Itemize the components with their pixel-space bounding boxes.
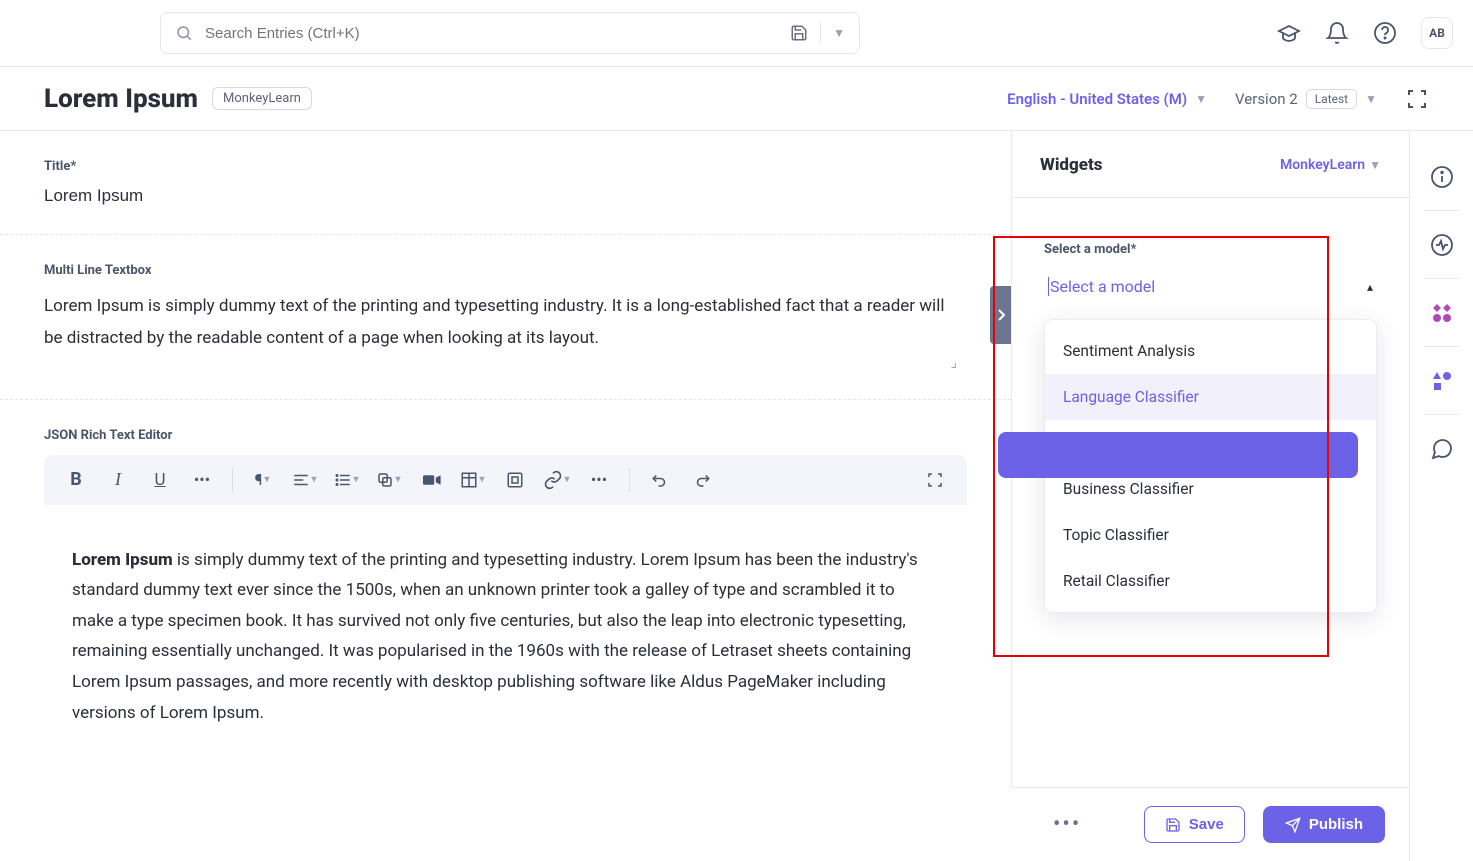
undo-button[interactable] <box>642 465 678 495</box>
multiline-field-block: Multi Line Textbox Lorem Ipsum is simply… <box>0 235 1011 400</box>
embed-button[interactable] <box>497 465 533 495</box>
italic-button[interactable]: I <box>100 465 136 495</box>
content-type-tag: MonkeyLearn <box>212 87 312 110</box>
publish-button[interactable]: Publish <box>1263 806 1385 843</box>
model-option[interactable]: Topic Classifier <box>1045 512 1376 558</box>
widget-selector-label: MonkeyLearn <box>1280 157 1365 173</box>
rte-toolbar: B I U ••• ¶▼ ▼ ▼ ▼ ▼ <box>44 455 967 505</box>
page-title: Lorem Ipsum <box>44 84 198 114</box>
resize-handle-icon[interactable]: ⌟ <box>44 355 967 371</box>
search-input[interactable] <box>205 25 778 42</box>
right-rail <box>1409 131 1473 861</box>
multiline-label: Multi Line Textbox <box>44 263 967 278</box>
locale-selector[interactable]: English - United States (M) ▼ <box>1007 90 1207 108</box>
title-label: Title* <box>44 159 967 174</box>
collapse-sidebar-tab[interactable] <box>990 286 1011 344</box>
video-button[interactable] <box>413 465 449 495</box>
titlebar: Lorem Ipsum MonkeyLearn English - United… <box>0 67 1473 131</box>
widgets-tab-icon[interactable] <box>1420 285 1464 340</box>
save-button[interactable]: Save <box>1144 806 1245 843</box>
publish-label: Publish <box>1309 816 1363 833</box>
copy-button[interactable]: ▼ <box>371 465 407 495</box>
widget-selector[interactable]: MonkeyLearn ▼ <box>1280 157 1381 173</box>
panel-footer: ••• Save Publish <box>1011 787 1409 861</box>
link-button[interactable]: ▼ <box>539 465 575 495</box>
notifications-icon[interactable] <box>1325 21 1349 45</box>
search-dropdown-icon[interactable]: ▼ <box>833 26 845 40</box>
topbar: ▼ AB <box>0 0 1473 67</box>
search-bar[interactable]: ▼ <box>160 12 860 54</box>
chevron-down-icon: ▼ <box>1369 158 1381 172</box>
model-placeholder: Select a model <box>1048 277 1155 296</box>
more-actions-icon[interactable]: ••• <box>1053 812 1081 837</box>
widgets-title: Widgets <box>1040 155 1102 175</box>
fullscreen-icon[interactable] <box>1405 87 1429 111</box>
model-option[interactable]: Retail Classifier <box>1045 558 1376 604</box>
list-button[interactable]: ▼ <box>329 465 365 495</box>
rte-content[interactable]: Lorem Ipsum is simply dummy text of the … <box>44 505 967 757</box>
multiline-input[interactable]: Lorem Ipsum is simply dummy text of the … <box>44 290 967 355</box>
help-icon[interactable] <box>1373 21 1397 45</box>
analyze-button-bg[interactable] <box>998 432 1358 478</box>
table-button[interactable]: ▼ <box>455 465 491 495</box>
chevron-down-icon: ▼ <box>1195 92 1207 106</box>
title-field-block: Title* <box>0 131 1011 235</box>
rte-field-block: JSON Rich Text Editor B I U ••• ¶▼ ▼ ▼ ▼ <box>0 400 1011 785</box>
learn-icon[interactable] <box>1277 21 1301 45</box>
comments-icon[interactable] <box>1420 421 1464 476</box>
save-draft-icon[interactable] <box>790 24 808 42</box>
shapes-icon[interactable] <box>1420 353 1464 408</box>
version-selector[interactable]: Version 2 Latest ▼ <box>1235 89 1377 109</box>
chevron-down-icon: ▼ <box>1365 92 1377 106</box>
version-tag: Latest <box>1306 89 1357 109</box>
editor-pane: Title* Multi Line Textbox Lorem Ipsum is… <box>0 131 1011 861</box>
redo-button[interactable] <box>684 465 720 495</box>
title-input[interactable] <box>44 186 967 206</box>
save-label: Save <box>1189 816 1224 833</box>
align-button[interactable]: ▼ <box>287 465 323 495</box>
more-tools-icon[interactable]: ••• <box>581 465 617 495</box>
version-label: Version 2 <box>1235 90 1298 108</box>
info-icon[interactable] <box>1420 149 1464 204</box>
chevron-up-icon: ▴ <box>1367 280 1373 294</box>
model-option[interactable]: Sentiment Analysis <box>1045 328 1376 374</box>
rte-body-text: is simply dummy text of the printing and… <box>72 550 918 723</box>
widgets-panel: Widgets MonkeyLearn ▼ Select a model* Se… <box>1011 131 1409 861</box>
rte-label: JSON Rich Text Editor <box>44 428 967 443</box>
rte-fullscreen-icon[interactable] <box>917 465 953 495</box>
more-formatting-icon[interactable]: ••• <box>184 465 220 495</box>
activity-icon[interactable] <box>1420 217 1464 272</box>
model-select-card: Select a model* Select a model ▴ Sentime… <box>1028 228 1393 613</box>
underline-button[interactable]: U <box>142 465 178 495</box>
avatar[interactable]: AB <box>1421 17 1453 49</box>
rte-bold-text: Lorem Ipsum <box>72 550 173 570</box>
bold-button[interactable]: B <box>58 465 94 495</box>
model-option[interactable]: Language Classifier <box>1045 374 1376 420</box>
paragraph-button[interactable]: ¶▼ <box>245 465 281 495</box>
search-icon <box>175 24 193 42</box>
locale-label: English - United States (M) <box>1007 90 1187 108</box>
model-label: Select a model* <box>1044 242 1377 257</box>
model-select-input[interactable]: Select a model ▴ <box>1044 271 1377 315</box>
